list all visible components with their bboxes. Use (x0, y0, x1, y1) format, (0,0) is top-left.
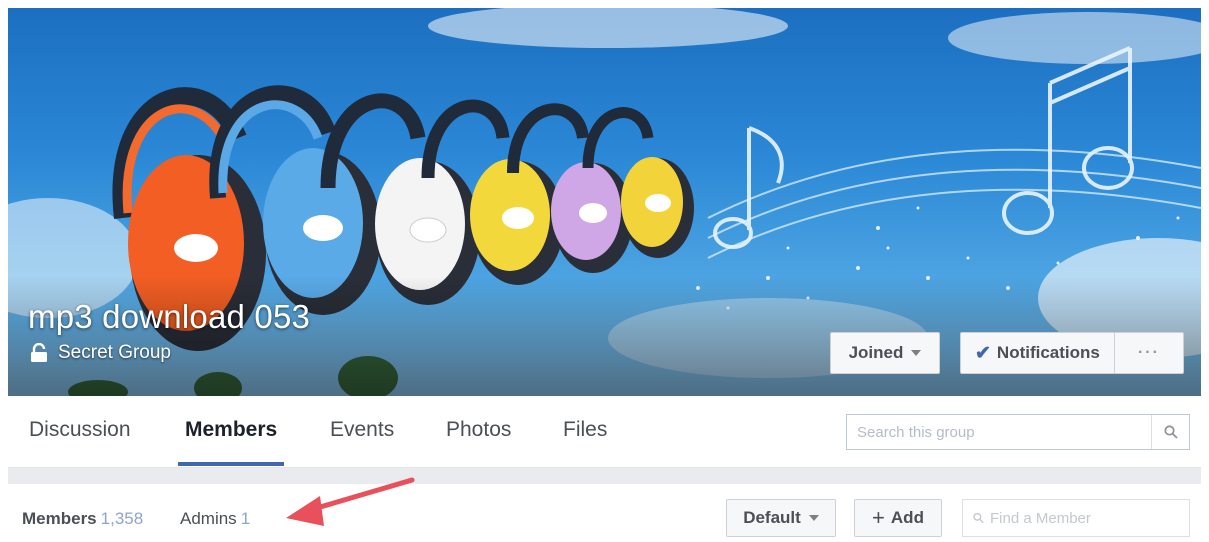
group-cover-photo: mp3 download 053 Secret Group Joined ✔ N… (8, 8, 1201, 396)
admins-stat[interactable]: Admins 1 (180, 509, 250, 529)
joined-label: Joined (848, 343, 904, 362)
tab-discussion[interactable]: Discussion (29, 418, 131, 442)
tab-files[interactable]: Files (563, 418, 607, 442)
privacy-text: Secret Group (58, 342, 171, 363)
notifications-label: Notifications (996, 343, 1100, 362)
arrow-annotation-icon (286, 477, 415, 526)
group-search-input[interactable] (847, 415, 1151, 449)
members-count: 1,358 (100, 509, 144, 528)
members-stat[interactable]: Members 1,358 (22, 509, 143, 529)
add-label: Add (890, 508, 924, 527)
add-member-button[interactable]: + Add (854, 499, 942, 537)
plus-icon: + (872, 505, 885, 530)
search-button[interactable] (1151, 415, 1189, 449)
lock-icon (31, 343, 47, 362)
joined-button[interactable]: Joined (830, 332, 940, 374)
members-label: Members (22, 509, 97, 528)
group-privacy-label: Secret Group (30, 342, 171, 364)
members-header: Members 1,358 Admins 1 Default + Add (8, 484, 1201, 542)
find-member-input[interactable] (990, 500, 1189, 536)
find-member-search (962, 499, 1190, 537)
search-icon (1163, 425, 1178, 439)
caret-down-icon (911, 350, 922, 356)
admins-count: 1 (240, 509, 251, 528)
default-label: Default (743, 508, 801, 527)
notifications-button-group: ✔ Notifications ··· (960, 332, 1184, 374)
magnifier-icon (973, 512, 984, 524)
admins-label: Admins (180, 509, 237, 528)
more-options-button[interactable]: ··· (1115, 333, 1183, 373)
tab-members[interactable]: Members (185, 418, 277, 442)
tab-photos[interactable]: Photos (446, 418, 511, 442)
group-search (846, 414, 1190, 450)
active-tab-indicator (178, 462, 284, 466)
notifications-button[interactable]: ✔ Notifications (961, 333, 1115, 373)
tab-events[interactable]: Events (330, 418, 394, 442)
group-tab-bar: Discussion Members Events Photos Files (8, 396, 1201, 468)
check-icon: ✔ (975, 342, 991, 364)
section-divider (8, 468, 1201, 484)
sort-default-button[interactable]: Default (726, 499, 836, 537)
group-title[interactable]: mp3 download 053 (28, 298, 310, 336)
caret-down-icon (808, 515, 819, 521)
